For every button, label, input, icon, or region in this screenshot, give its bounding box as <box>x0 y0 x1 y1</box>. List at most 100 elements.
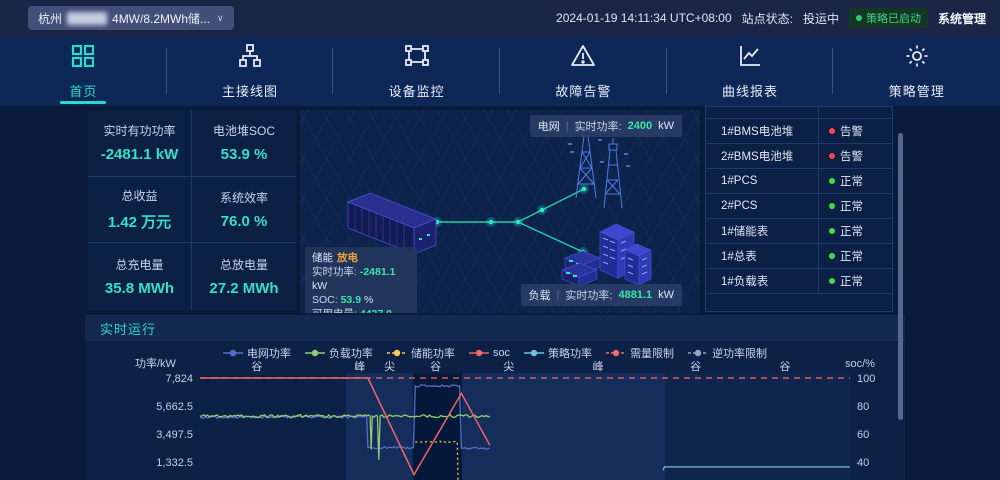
chevron-down-icon: ∨ <box>217 13 224 24</box>
right-axis-tick: 40 <box>857 457 869 469</box>
legend-item[interactable]: 逆功率限制 <box>688 345 767 361</box>
device-row[interactable]: 2#PCS正常 <box>706 194 892 219</box>
device-row[interactable]: 1#总表 正常 <box>706 244 892 269</box>
nav-item-label: 设备监控 <box>389 81 445 100</box>
content-area: 实时有功功率-2481.1 kW电池堆SOC53.9 %总收益1.42 万元系统… <box>0 106 1000 480</box>
nav-item-label: 首页 <box>69 81 97 100</box>
legend-item[interactable]: 储能功率 <box>387 345 455 361</box>
device-row[interactable]: 2#BMS电池堆告警 <box>706 144 892 169</box>
legend-item[interactable]: 需量限制 <box>606 345 674 361</box>
device-name: 1#负载表 <box>706 269 819 293</box>
org-chart-icon <box>237 43 263 74</box>
kpi-cell: 总放电量 27.2 MWh <box>192 243 296 310</box>
right-axis-tick: 60 <box>857 429 869 441</box>
nav-item-label: 主接线图 <box>222 81 278 100</box>
status-dot-icon <box>829 128 835 134</box>
tou-period-label: 峰 <box>354 360 365 373</box>
legend-marker-icon <box>469 348 489 358</box>
legend-item[interactable]: soc <box>469 345 510 361</box>
kpi-label: 电池堆SOC <box>213 122 275 139</box>
tou-period-label: 谷 <box>430 360 441 373</box>
left-axis-tick: 7,824 <box>165 373 193 385</box>
line-chart-icon <box>737 43 763 74</box>
nav-item-label: 故障告警 <box>555 81 611 100</box>
kpi-cell: 总收益1.42 万元 <box>88 177 192 244</box>
nav-item-wiring-diagram[interactable]: 主接线图 <box>167 36 334 106</box>
device-name: 1#BMS电池堆 <box>706 119 819 143</box>
legend-label: 储能功率 <box>411 345 455 361</box>
legend-label: soc <box>493 347 510 359</box>
nav-item-curve-report[interactable]: 曲线报表 <box>667 36 834 106</box>
kpi-value: 76.0 % <box>221 213 268 230</box>
legend-marker-icon <box>524 348 544 358</box>
table-clipped-row <box>706 107 892 119</box>
device-status-table: 1#BMS电池堆告警2#BMS电池堆告警1#PCS正常2#PCS正常1#储能表正… <box>705 106 893 312</box>
site-status-value: 投运中 <box>803 10 839 27</box>
device-status: 正常 <box>819 269 892 293</box>
active-tab-underline <box>60 101 106 104</box>
gear-icon <box>904 43 930 74</box>
device-status: 正常 <box>819 219 892 243</box>
status-text: 正常 <box>840 223 863 239</box>
right-axis-tick: 80 <box>857 401 869 413</box>
tou-period-band <box>462 373 665 480</box>
status-dot-icon <box>829 153 835 159</box>
legend-label: 逆功率限制 <box>712 345 767 361</box>
load-power-badge: 负载| 实时功率: 4881.1 kW <box>521 284 682 306</box>
storage-container-graphic <box>348 193 436 254</box>
status-text: 正常 <box>840 248 863 264</box>
tou-period-label: 尖 <box>503 360 514 373</box>
page-scrollbar-thumb[interactable] <box>898 133 903 420</box>
legend-label: 负载功率 <box>329 345 373 361</box>
system-admin-link[interactable]: 系统管理 <box>938 10 986 27</box>
device-name: 2#PCS <box>706 194 819 218</box>
status-dot-icon <box>829 253 835 259</box>
legend-marker-icon <box>688 348 708 358</box>
nav-item-fault-alarm[interactable]: 故障告警 <box>500 36 667 106</box>
legend-marker-icon <box>305 348 325 358</box>
nav-item-home[interactable]: 首页 <box>0 36 167 106</box>
status-text: 正常 <box>840 273 863 289</box>
device-row[interactable]: 1#BMS电池堆 告警 <box>706 119 892 144</box>
nav-item-device-monitor[interactable]: 设备监控 <box>333 36 500 106</box>
monitor-frame-icon <box>404 43 430 74</box>
kpi-value: -2481.1 kW <box>101 146 179 163</box>
legend-item[interactable]: 负载功率 <box>305 345 373 361</box>
device-row[interactable]: 1#储能表 正常 <box>706 219 892 244</box>
legend-item[interactable]: 电网功率 <box>223 345 291 361</box>
site-status-label: 站点状态: <box>742 10 793 27</box>
station-capacity: 4MW/8.2MWh储... <box>112 10 210 27</box>
device-name: 1#储能表 <box>706 219 819 243</box>
nav-item-strategy-mgmt[interactable]: 策略管理 <box>833 36 1000 106</box>
kpi-stats-panel: 实时有功功率-2481.1 kW电池堆SOC53.9 %总收益1.42 万元系统… <box>88 110 296 310</box>
status-text: 告警 <box>840 148 863 164</box>
realtime-line-chart: 功率/kWsoc/%7,8245,662.53,497.51,332.51008… <box>85 315 905 480</box>
station-selector[interactable]: 杭州 4MW/8.2MWh储... ∨ <box>28 6 234 30</box>
left-axis-tick: 1,332.5 <box>156 457 193 469</box>
kpi-cell: 总充电量 35.8 MWh <box>88 243 192 310</box>
kpi-label: 总充电量 <box>115 256 163 273</box>
kpi-value: 27.2 MWh <box>209 280 278 297</box>
kpi-label: 总放电量 <box>220 256 268 273</box>
device-status: 正常 <box>819 244 892 268</box>
tou-period-label: 谷 <box>251 360 262 373</box>
legend-item[interactable]: 策略功率 <box>524 345 592 361</box>
device-row[interactable]: 1#负载表 正常 <box>706 269 892 294</box>
legend-label: 策略功率 <box>548 345 592 361</box>
tou-period-label: 谷 <box>690 360 701 373</box>
kpi-value: 35.8 MWh <box>105 280 174 297</box>
device-status: 告警 <box>819 144 892 168</box>
device-name: 1#总表 <box>706 244 819 268</box>
datetime-text: 2024-01-19 14:11:34 UTC+08:00 <box>556 11 732 25</box>
kpi-cell: 系统效率76.0 % <box>192 177 296 244</box>
legend-label: 电网功率 <box>247 345 291 361</box>
device-row[interactable]: 1#PCS正常 <box>706 169 892 194</box>
kpi-cell: 电池堆SOC53.9 % <box>192 110 296 177</box>
kpi-label: 总收益 <box>121 187 157 204</box>
green-dot-icon <box>856 15 862 21</box>
redacted-station-name <box>67 12 107 25</box>
strategy-status-badge: 策略已启动 <box>849 8 928 28</box>
device-status: 正常 <box>819 194 892 218</box>
tou-period-label: 峰 <box>593 360 604 373</box>
status-text: 告警 <box>840 123 863 139</box>
